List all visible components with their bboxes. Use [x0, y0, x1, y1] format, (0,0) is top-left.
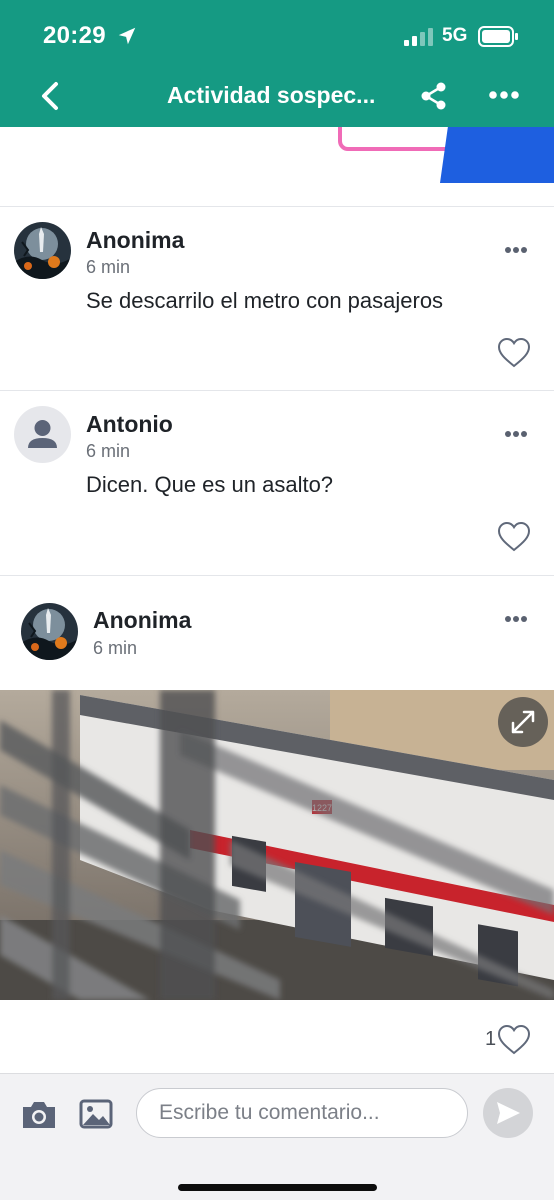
- navigation-bar: Actividad sospec...: [0, 70, 554, 127]
- camera-icon[interactable]: [20, 1099, 58, 1131]
- metro-train-photo: 1227: [0, 690, 554, 1000]
- location-arrow-icon: [118, 27, 136, 45]
- back-arrow-icon[interactable]: [36, 78, 66, 114]
- post-time: 6 min: [93, 638, 138, 658]
- more-icon[interactable]: [504, 245, 528, 255]
- status-time: 20:29: [43, 22, 106, 49]
- signal-icon: [404, 28, 433, 46]
- network-label: 5G: [442, 25, 468, 46]
- avatar-halloween-image: [14, 222, 71, 279]
- comment-time: 6 min: [86, 441, 131, 461]
- author-name[interactable]: Antonio: [86, 411, 173, 438]
- comment-item: Antonio 6 min Dicen. Que es un asalto?: [0, 391, 554, 576]
- expand-button[interactable]: [498, 697, 548, 747]
- heart-icon[interactable]: [497, 1024, 531, 1056]
- comment-item: Anonima 6 min Se descarrilo el metro con…: [0, 207, 554, 391]
- image-icon[interactable]: [79, 1099, 113, 1129]
- comment-text: Se descarrilo el metro con pasajeros: [86, 288, 444, 313]
- avatar[interactable]: [14, 222, 71, 279]
- status-bar: 20:29 5G: [0, 0, 554, 70]
- author-name[interactable]: Anonima: [93, 607, 191, 634]
- more-icon[interactable]: [488, 83, 520, 107]
- author-name[interactable]: Anonima: [86, 227, 184, 254]
- send-button[interactable]: [483, 1088, 533, 1138]
- comment-composer: [0, 1073, 554, 1200]
- comment-text: Dicen. Que es un asalto?: [86, 472, 334, 497]
- home-indicator[interactable]: [178, 1184, 377, 1191]
- heart-icon[interactable]: [497, 337, 531, 369]
- post-photo[interactable]: 1227: [0, 690, 554, 1000]
- battery-icon: [478, 26, 518, 47]
- share-icon[interactable]: [419, 81, 449, 111]
- more-icon[interactable]: [504, 614, 528, 624]
- more-icon[interactable]: [504, 429, 528, 439]
- heart-icon[interactable]: [497, 521, 531, 553]
- comment-input[interactable]: [136, 1088, 468, 1138]
- banner-blue-shape: [440, 127, 554, 183]
- default-user-icon: [28, 420, 57, 448]
- send-icon: [497, 1102, 520, 1124]
- promo-banner[interactable]: ▫▫▫▫▫: [0, 127, 554, 207]
- avatar-halloween-image: [21, 603, 78, 660]
- like-count: 1: [485, 1028, 497, 1050]
- avatar[interactable]: [21, 603, 78, 660]
- expand-icon: [511, 710, 535, 734]
- app-header: 20:29 5G Actividad sospec...: [0, 0, 554, 127]
- comment-time: 6 min: [86, 257, 131, 277]
- page-title: Actividad sospec...: [167, 82, 376, 108]
- avatar[interactable]: [14, 406, 71, 463]
